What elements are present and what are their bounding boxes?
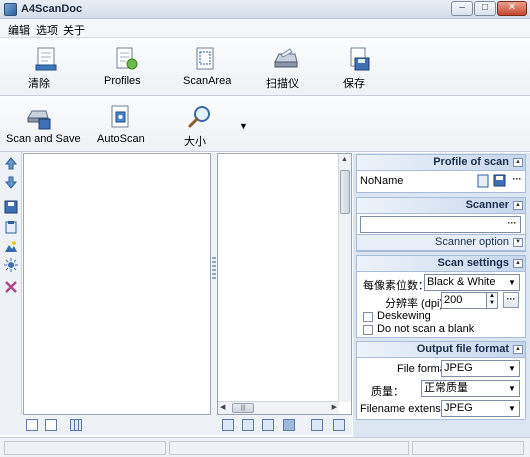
minimize-button[interactable]: – bbox=[451, 1, 473, 16]
deskew-label: Deskewing bbox=[377, 310, 431, 322]
menu-options[interactable]: 选项 bbox=[36, 22, 58, 38]
autoscan-button[interactable]: AutoScan bbox=[97, 104, 145, 145]
menu-about[interactable]: 关于 bbox=[63, 22, 85, 38]
scanner-option-header[interactable]: Scanner option ▼ bbox=[356, 234, 526, 251]
quality-select[interactable]: 正常质量 ▼ bbox=[421, 380, 520, 397]
grid-view-icon[interactable] bbox=[70, 419, 82, 431]
skip-blank-checkbox[interactable] bbox=[363, 325, 373, 335]
collapse-icon[interactable]: ▲ bbox=[513, 345, 523, 354]
expand-icon[interactable]: ▼ bbox=[513, 238, 523, 247]
scroll-left-arrow[interactable]: ◀ bbox=[220, 403, 225, 411]
menu-edit[interactable]: 编辑 bbox=[8, 22, 30, 38]
view-single-icon[interactable] bbox=[222, 419, 234, 431]
output-format-section: File format JPEG ▼ 质量： 正常质量 ▼ Filename e… bbox=[356, 358, 526, 420]
left-tool-strip bbox=[0, 152, 22, 432]
clipboard-icon[interactable] bbox=[4, 220, 18, 234]
status-bar bbox=[0, 437, 530, 457]
vertical-scrollbar[interactable]: ▲ bbox=[338, 154, 351, 402]
scroll-right-arrow[interactable]: ▶ bbox=[332, 403, 337, 411]
scanner-icon bbox=[274, 48, 298, 68]
horizontal-scroll-thumb[interactable]: ||| bbox=[232, 403, 254, 413]
collapse-icon[interactable]: ▲ bbox=[513, 158, 523, 167]
dpi-label: 分辨率 (dpi): bbox=[385, 298, 447, 310]
scan-and-save-button[interactable]: Scan and Save bbox=[6, 104, 81, 145]
preview-panel[interactable]: ▲ ◀ ||| ▶ bbox=[217, 153, 352, 415]
chevron-down-icon: ▼ bbox=[508, 404, 516, 413]
title-bar: A4ScanDoc – □ ✕ bbox=[0, 0, 530, 19]
save-icon bbox=[350, 47, 370, 71]
file-format-select[interactable]: JPEG ▼ bbox=[441, 360, 520, 377]
brightness-icon[interactable] bbox=[4, 258, 18, 272]
collapse-icon[interactable]: ▲ bbox=[513, 259, 523, 268]
fit-page-icon[interactable] bbox=[333, 419, 345, 431]
chevron-down-icon: ▼ bbox=[508, 364, 516, 373]
status-cell bbox=[4, 441, 166, 455]
clear-icon bbox=[35, 47, 57, 71]
zoom-button[interactable]: 大小 bbox=[184, 104, 216, 148]
view-fill-icon[interactable] bbox=[283, 419, 295, 431]
scan-settings-header[interactable]: Scan settings ▲ bbox=[356, 255, 526, 272]
scan-settings-section: 每像素位数： Black & White ▼ 分辨率 (dpi): 200 ▲ ▼… bbox=[356, 272, 526, 338]
scan-area-icon bbox=[196, 47, 214, 70]
select-all-icon[interactable] bbox=[26, 419, 38, 431]
quality-label: 质量： bbox=[371, 386, 404, 398]
save-page-icon[interactable] bbox=[4, 200, 18, 214]
view-left-icon[interactable] bbox=[242, 419, 254, 431]
profile-section-header[interactable]: Profile of scan ▲ bbox=[356, 154, 526, 171]
skip-blank-label: Do not scan a blank bbox=[377, 323, 475, 335]
chevron-down-icon: ▼ bbox=[508, 278, 516, 287]
scanner-section-header[interactable]: Scanner ▲ bbox=[356, 197, 526, 214]
app-icon bbox=[4, 3, 17, 16]
menu-bar: 编辑 选项 关于 bbox=[0, 19, 530, 38]
bottom-toolbar bbox=[0, 415, 352, 435]
window-title: A4ScanDoc bbox=[21, 3, 83, 15]
deskew-checkbox[interactable] bbox=[363, 312, 373, 322]
profile-more-button[interactable]: ··· bbox=[509, 173, 525, 189]
profile-section: NoName ··· bbox=[356, 171, 526, 193]
profile-name[interactable]: NoName bbox=[360, 175, 403, 187]
magnifier-icon bbox=[188, 106, 210, 128]
open-profile-icon[interactable] bbox=[477, 174, 489, 188]
dpi-stepper[interactable]: ▲ ▼ bbox=[486, 292, 498, 309]
scanarea-button[interactable]: ScanArea bbox=[183, 46, 231, 87]
scanner-more-button[interactable]: ··· bbox=[504, 217, 520, 233]
settings-pane: Profile of scan ▲ NoName ··· Scanner ▲ ·… bbox=[353, 153, 530, 437]
collapse-icon[interactable]: ▲ bbox=[513, 201, 523, 210]
close-button[interactable]: ✕ bbox=[497, 1, 527, 16]
zoom-dropdown-arrow[interactable]: ▼ bbox=[239, 121, 248, 131]
vertical-scroll-thumb[interactable] bbox=[340, 170, 350, 214]
bits-per-pixel-label: 每像素位数： bbox=[363, 280, 429, 292]
secondary-toolbar: Scan and Save AutoScan 大小 ▼ bbox=[0, 96, 530, 152]
status-cell bbox=[412, 441, 524, 455]
deselect-icon[interactable] bbox=[45, 419, 57, 431]
save-button[interactable]: 保存 bbox=[343, 46, 375, 90]
chevron-down-icon: ▼ bbox=[508, 384, 516, 393]
save-profile-icon[interactable] bbox=[493, 174, 506, 187]
status-cell bbox=[169, 441, 409, 455]
bits-per-pixel-select[interactable]: Black & White ▼ bbox=[424, 274, 520, 291]
profiles-button[interactable]: Profiles bbox=[104, 46, 148, 87]
scanner-button[interactable]: 扫描仪 bbox=[266, 46, 306, 90]
maximize-button[interactable]: □ bbox=[474, 1, 496, 16]
scanner-select[interactable] bbox=[360, 216, 521, 233]
move-down-icon[interactable] bbox=[4, 176, 18, 190]
profiles-icon bbox=[116, 47, 138, 70]
delete-icon[interactable] bbox=[4, 280, 18, 294]
main-toolbar: 清除 Profiles ScanArea 扫描仪 保存 bbox=[0, 38, 530, 96]
horizontal-scrollbar[interactable]: ◀ ||| ▶ bbox=[218, 401, 339, 414]
image-adjust-icon[interactable] bbox=[4, 240, 18, 254]
filename-extension-select[interactable]: JPEG ▼ bbox=[441, 400, 520, 417]
dpi-more-button[interactable]: ··· bbox=[503, 292, 519, 308]
autoscan-icon bbox=[111, 105, 129, 128]
thumbnail-panel[interactable] bbox=[23, 153, 211, 415]
view-right-icon[interactable] bbox=[262, 419, 274, 431]
output-format-header[interactable]: Output file format ▲ bbox=[356, 341, 526, 358]
scan-and-save-icon bbox=[27, 110, 51, 130]
move-up-icon[interactable] bbox=[4, 156, 18, 170]
scroll-up-arrow[interactable]: ▲ bbox=[341, 156, 348, 163]
clear-button[interactable]: 清除 bbox=[28, 46, 64, 90]
fit-width-icon[interactable] bbox=[311, 419, 323, 431]
